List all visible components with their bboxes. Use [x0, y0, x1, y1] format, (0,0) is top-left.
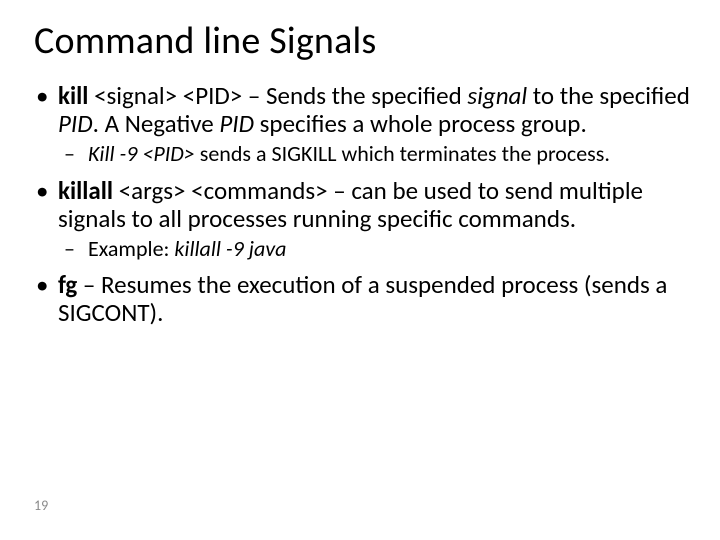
bullet-killall: killall <args> <commands> – can be used … — [58, 177, 690, 262]
killall-sublist: Example: killall -9 java — [58, 237, 690, 262]
kill-text-4: specifies a whole process group. — [254, 108, 587, 139]
slide: Command line Signals kill <signal> <PID>… — [0, 0, 720, 540]
kill-sub-rest: sends a SIGKILL which terminates the pro… — [195, 140, 610, 167]
kill-sep: – — [248, 80, 266, 111]
slide-title: Command line Signals — [34, 18, 690, 64]
bullet-fg: fg – Resumes the execution of a suspende… — [58, 271, 690, 327]
fg-rest: – Resumes the execution of a suspended p… — [58, 269, 667, 328]
kill-args: <signal> <PID> — [88, 80, 248, 111]
kill-sublist: Kill -9 <PID> sends a SIGKILL which term… — [58, 142, 690, 167]
kill-pid-word: PID — [58, 108, 93, 139]
kill-sub-lead: Kill -9 <PID> — [88, 140, 195, 167]
cmd-killall: killall — [58, 175, 113, 206]
cmd-kill: kill — [58, 80, 88, 111]
kill-signal-word: signal — [467, 80, 527, 111]
bullet-kill: kill <signal> <PID> – Sends the specifie… — [58, 82, 690, 167]
kill-text-1: Sends the specified — [266, 80, 467, 111]
cmd-fg: fg — [58, 269, 77, 300]
kill-pid2-word: PID — [219, 108, 254, 139]
kill-text-3: . A Negative — [93, 108, 220, 139]
killall-sub-cmd: killall -9 java — [174, 235, 286, 262]
killall-sub-1: Example: killall -9 java — [88, 237, 690, 262]
kill-text-2: to the specified — [527, 80, 690, 111]
killall-rest: <args> <commands> – can be used to send … — [58, 175, 643, 234]
bullet-list: kill <signal> <PID> – Sends the specifie… — [30, 82, 690, 327]
kill-sub-1: Kill -9 <PID> sends a SIGKILL which term… — [88, 142, 690, 167]
killall-sub-lead: Example: — [88, 235, 174, 262]
page-number: 19 — [34, 497, 48, 514]
